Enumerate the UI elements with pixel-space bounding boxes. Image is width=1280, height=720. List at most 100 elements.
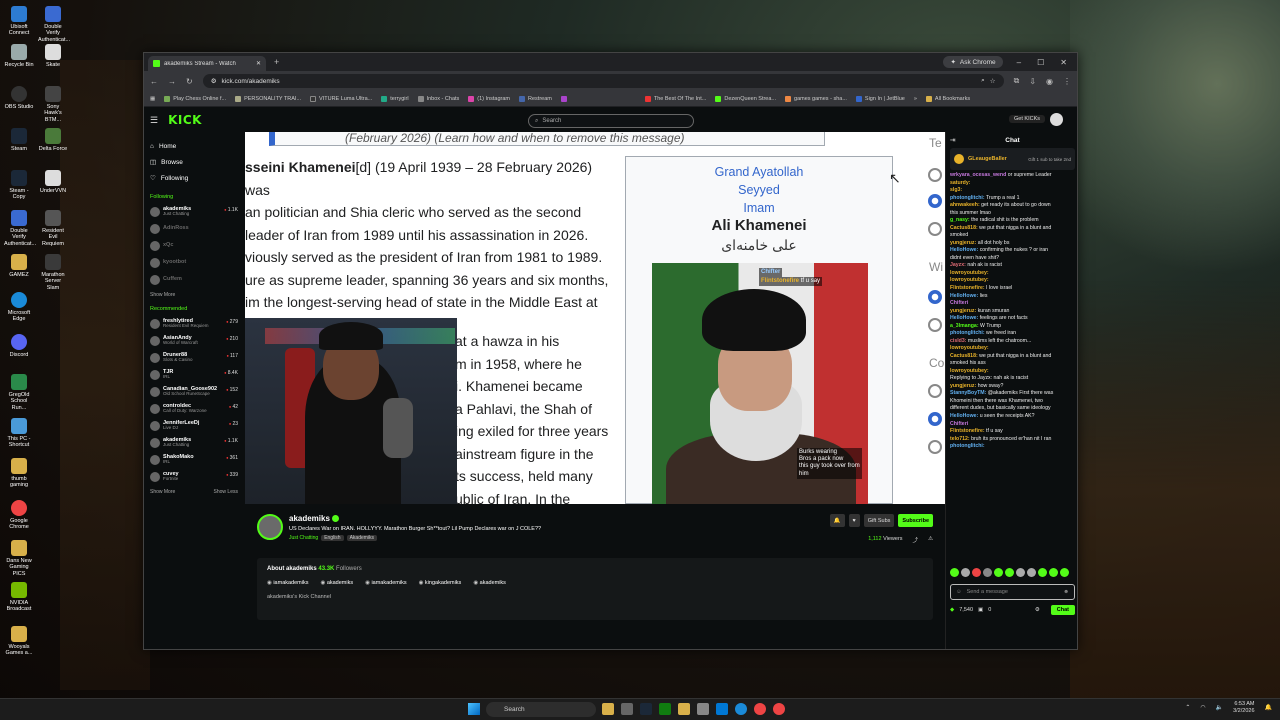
- instagram-link[interactable]: iamakademiks: [267, 580, 308, 586]
- emoji-icon[interactable]: ☺: [956, 589, 962, 595]
- close-tab-icon[interactable]: ✕: [256, 60, 261, 67]
- chat-message-input[interactable]: ☺ Send a message ☻: [950, 584, 1075, 600]
- desktop-icon[interactable]: Skate: [38, 44, 68, 68]
- desktop-icon[interactable]: Marathon Server Slam: [38, 254, 68, 291]
- desktop-icon[interactable]: Google Chrome: [4, 500, 34, 531]
- chevron-up-icon[interactable]: ⌃: [1185, 704, 1190, 711]
- bookmark[interactable]: Restream: [519, 95, 552, 102]
- desktop-icon[interactable]: This PC - Shortcut: [4, 418, 34, 449]
- desktop-icon[interactable]: Delta Force: [38, 128, 68, 152]
- bookmark[interactable]: PERSONALITY TRAI...: [235, 95, 301, 102]
- sidebar-channel[interactable]: kyootbot: [150, 254, 238, 271]
- settings-icon[interactable]: [621, 703, 633, 715]
- get-kicks-button[interactable]: Get KICKs: [1009, 115, 1045, 123]
- facebook-link[interactable]: iamakademiks: [365, 580, 406, 586]
- report-icon[interactable]: ⚠: [928, 536, 933, 544]
- sidebar-channel[interactable]: ShakoMakoIRL361: [150, 451, 238, 468]
- streamer-avatar[interactable]: [257, 514, 283, 540]
- sidebar-channel[interactable]: akademiksJust Chatting1.1K: [150, 434, 238, 451]
- show-more-following[interactable]: Show More: [150, 292, 238, 298]
- sidebar-channel[interactable]: AsianAndyWorld of Warcraft210: [150, 332, 238, 349]
- video-player[interactable]: (February 2026) (Learn how and when to r…: [245, 132, 945, 504]
- desktop-icon[interactable]: Microsoft Edge: [4, 292, 34, 323]
- nav-following[interactable]: ♡ Following: [150, 170, 238, 186]
- sidebar-channel[interactable]: freshlytiredResident Evil Requiem279: [150, 315, 238, 332]
- omnibox[interactable]: ⚙ kick.com/akademiks ⌕ ☆: [202, 74, 1004, 88]
- desktop-icon[interactable]: OBS Studio: [4, 86, 34, 110]
- site-info-icon[interactable]: ⚙: [211, 77, 217, 85]
- folder-icon[interactable]: [678, 703, 690, 715]
- sidebar-channel[interactable]: TJRIRL8.4K: [150, 366, 238, 383]
- bookmark[interactable]: Sign In | JetBlue: [855, 95, 905, 102]
- store-icon[interactable]: [716, 703, 728, 715]
- follow-heart-button[interactable]: ♥: [848, 514, 860, 527]
- sidebar-channel[interactable]: controldecCall of Duty: Warzone42: [150, 400, 238, 417]
- emote-picker-icon[interactable]: ☻: [1063, 589, 1069, 595]
- folder-icon[interactable]: [602, 703, 614, 715]
- notifications-icon[interactable]: 🔔: [1265, 704, 1272, 711]
- new-tab-button[interactable]: +: [274, 57, 279, 67]
- app-icon[interactable]: [640, 703, 652, 715]
- user-avatar[interactable]: [1050, 113, 1063, 126]
- collapse-chat-icon[interactable]: ⇥: [950, 136, 955, 144]
- desktop-icon[interactable]: Recycle Bin: [4, 44, 34, 68]
- tag[interactable]: Akademiks: [346, 535, 378, 541]
- xbox-icon[interactable]: [659, 703, 671, 715]
- bookmark[interactable]: Play Chess Online f...: [164, 95, 226, 102]
- subscribe-button[interactable]: Subscribe: [898, 514, 933, 527]
- wifi-icon[interactable]: ◠: [1200, 704, 1205, 711]
- maximize-icon[interactable]: ☐: [1037, 58, 1044, 67]
- bookmark[interactable]: [560, 95, 567, 102]
- desktop-icon[interactable]: Dans New Gaming PICS: [4, 540, 34, 577]
- extensions-icon[interactable]: ⧉: [1014, 76, 1020, 86]
- sidebar-channel[interactable]: Canadian_Goose902Old School RuneScape152: [150, 383, 238, 400]
- back-icon[interactable]: ←: [150, 77, 158, 86]
- desktop-icon[interactable]: Steam - Copy: [4, 170, 34, 201]
- sidebar-channel[interactable]: AdinRoss: [150, 220, 238, 237]
- menu-icon[interactable]: ⋮: [1063, 77, 1071, 86]
- minimize-icon[interactable]: –: [1017, 58, 1021, 67]
- close-icon[interactable]: ✕: [1060, 58, 1067, 67]
- zoom-icon[interactable]: ⌕: [981, 77, 985, 85]
- clock[interactable]: 6:53 AM 3/2/2026: [1233, 701, 1254, 715]
- desktop-icon[interactable]: UnderVVN: [38, 170, 68, 194]
- bookmark[interactable]: The Best Of The Int...: [644, 95, 706, 102]
- share-icon[interactable]: ⤴: [913, 536, 919, 544]
- show-more-less[interactable]: Show More Show Less: [150, 489, 238, 495]
- chrome-icon[interactable]: [773, 703, 785, 715]
- forward-icon[interactable]: →: [168, 77, 176, 86]
- desktop-icon[interactable]: Double Verify Authenticat...: [38, 6, 70, 43]
- desktop-icon[interactable]: GAMEZ: [4, 254, 34, 278]
- streamer-name[interactable]: akademiks: [289, 514, 541, 523]
- category-link[interactable]: Just Chatting: [289, 535, 318, 541]
- desktop-icon[interactable]: Wooyals Games a...: [4, 626, 34, 657]
- bookmark[interactable]: (1) Instagram: [468, 95, 510, 102]
- chat-send-button[interactable]: Chat: [1050, 605, 1075, 615]
- desktop-icon[interactable]: thumb gaming: [4, 458, 34, 489]
- bookmark[interactable]: VITURE Luma Ultra...: [310, 95, 372, 102]
- bookmark[interactable]: Inbox - Chats: [417, 95, 459, 102]
- notification-bell-button[interactable]: 🔔: [829, 514, 845, 527]
- chat-settings-icon[interactable]: ⚙: [1035, 607, 1040, 613]
- pinned-gift-banner[interactable]: GLeaugeBaller Gift 1 sub to take 2nd: [950, 148, 1075, 170]
- desktop-icon[interactable]: Resident Evil Requiem: [38, 210, 68, 247]
- downloads-icon[interactable]: ⇩: [1029, 77, 1036, 86]
- volume-icon[interactable]: 🔈: [1216, 704, 1223, 711]
- sidebar-channel[interactable]: xQc: [150, 237, 238, 254]
- desktop-icon[interactable]: Double Verify Authenticat...: [4, 210, 36, 247]
- bookmark[interactable]: terrygirl: [381, 95, 409, 102]
- tag[interactable]: English: [321, 535, 344, 541]
- ask-chrome-button[interactable]: ✦ Ask Chrome: [943, 56, 1003, 68]
- start-button[interactable]: [468, 703, 480, 715]
- reload-icon[interactable]: ↻: [186, 77, 193, 86]
- nav-browse[interactable]: ◫ Browse: [150, 154, 238, 170]
- desktop-icon[interactable]: Sony Hawk's BTM...: [38, 86, 68, 123]
- sidebar-channel[interactable]: akademiksJust Chatting1.1K: [150, 203, 238, 220]
- bookmark[interactable]: games games - sha...: [785, 95, 847, 102]
- emote-bar[interactable]: [950, 568, 1075, 577]
- youtube-link[interactable]: kingakademiks: [419, 580, 461, 586]
- x-link[interactable]: akademiks: [320, 580, 353, 586]
- tab-kick[interactable]: akademiks Stream - Watch ✕: [148, 56, 266, 71]
- hamburger-menu-icon[interactable]: ☰: [150, 115, 158, 126]
- kick-search-input[interactable]: ⌕ Search: [528, 114, 694, 128]
